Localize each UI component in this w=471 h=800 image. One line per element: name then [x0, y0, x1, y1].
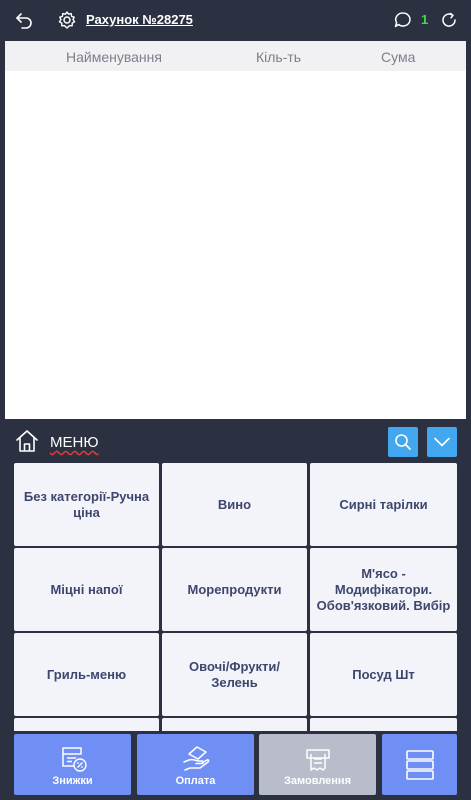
- category-tile[interactable]: М'ясо - Модифікатори. Обов'язковий. Вибі…: [310, 548, 457, 631]
- menu-bar: МЕНЮ: [0, 420, 471, 462]
- order-items-panel: Найменування Кіль-ть Сума: [5, 41, 466, 419]
- more-menu-button[interactable]: [382, 734, 457, 795]
- payment-label: Оплата: [175, 775, 216, 787]
- receipt-printer-icon: [306, 749, 330, 771]
- category-tile[interactable]: Морепродукти: [162, 548, 307, 631]
- menu-list-icon: [406, 750, 434, 780]
- search-button[interactable]: [388, 427, 418, 457]
- category-tile[interactable]: Посуд Шт: [310, 633, 457, 716]
- back-icon[interactable]: [13, 9, 35, 31]
- category-tile[interactable]: Вино: [162, 463, 307, 546]
- payment-button[interactable]: Оплата: [137, 734, 254, 795]
- category-tile[interactable]: Гриль-меню: [14, 633, 159, 716]
- chevron-down-icon: [434, 437, 450, 447]
- category-tile[interactable]: Міцні напої: [14, 548, 159, 631]
- category-tile[interactable]: Овочі/Фрукти/Зелень: [162, 633, 307, 716]
- payment-hand-icon: [183, 746, 210, 771]
- category-tile[interactable]: Сирні тарілки: [310, 463, 457, 546]
- discount-icon: [62, 747, 87, 772]
- refresh-icon[interactable]: [438, 9, 460, 31]
- order-label: Замовлення: [283, 775, 351, 787]
- chat-icon[interactable]: [392, 9, 414, 31]
- order-button[interactable]: Замовлення: [259, 734, 376, 795]
- category-tile[interactable]: [14, 718, 159, 731]
- order-table-header: Найменування Кіль-ть Сума: [5, 41, 466, 71]
- discounts-button[interactable]: Знижки: [14, 734, 131, 795]
- bill-title[interactable]: Рахунок №28275: [86, 12, 193, 27]
- category-grid: Без категорії-Ручна ціна Вино Сирні тарі…: [14, 463, 457, 731]
- top-bar: Рахунок №28275 1: [0, 0, 471, 40]
- notifications-count: 1: [421, 12, 429, 27]
- column-name: Найменування: [66, 49, 162, 65]
- gear-icon[interactable]: [56, 9, 78, 31]
- column-sum: Сума: [381, 49, 416, 65]
- menu-breadcrumb[interactable]: МЕНЮ: [50, 434, 99, 451]
- home-icon[interactable]: [14, 428, 40, 454]
- collapse-button[interactable]: [427, 427, 457, 457]
- category-tile[interactable]: [310, 718, 457, 731]
- discounts-label: Знижки: [52, 775, 93, 787]
- category-tile[interactable]: [162, 718, 307, 731]
- column-quantity: Кіль-ть: [256, 49, 302, 65]
- category-tile[interactable]: Без категорії-Ручна ціна: [14, 463, 159, 546]
- search-icon: [395, 434, 411, 450]
- action-bar: Знижки Оплата Замовлення: [0, 731, 471, 800]
